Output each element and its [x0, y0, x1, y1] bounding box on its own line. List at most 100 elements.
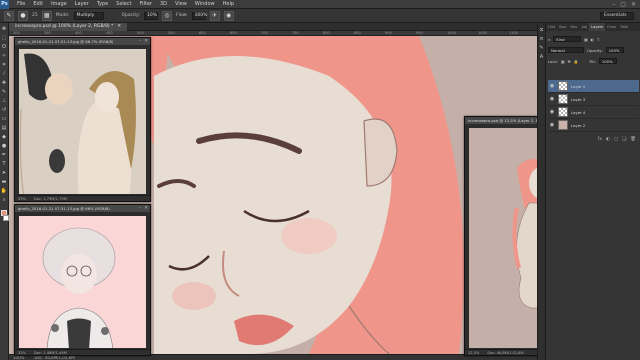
- maximize-button[interactable]: ▢: [620, 1, 626, 8]
- lock-position-icon[interactable]: ✥: [568, 59, 571, 64]
- close-icon[interactable]: ✕: [144, 206, 148, 211]
- trash-icon[interactable]: 🗑: [630, 137, 636, 144]
- minimize-icon[interactable]: –: [139, 206, 141, 211]
- lock-all-icon[interactable]: 🔒: [574, 59, 579, 64]
- opacity-field[interactable]: 10%: [144, 11, 159, 20]
- pen-tool-icon[interactable]: ✒: [1, 152, 8, 159]
- history-panel-icon[interactable]: ⧖: [539, 27, 545, 33]
- menu-3d[interactable]: 3D: [156, 1, 171, 7]
- lasso-tool-icon[interactable]: ʘ: [1, 44, 8, 51]
- filter-type-icon[interactable]: T: [597, 37, 599, 42]
- blur-tool-icon[interactable]: ◆: [1, 134, 8, 141]
- tab-layers[interactable]: Layers: [589, 23, 606, 31]
- layer-row[interactable]: ◉ Layer 4: [548, 106, 639, 119]
- lock-pixels-icon[interactable]: ▦: [561, 59, 565, 64]
- ruler-tick-label: 500: [137, 31, 144, 35]
- stamp-tool-icon[interactable]: ⊥: [1, 98, 8, 105]
- window-zoom: 33%: [18, 350, 26, 355]
- tab-history[interactable]: Hist: [546, 23, 557, 31]
- menu-image[interactable]: Image: [47, 1, 71, 7]
- menu-filter[interactable]: Filter: [136, 1, 156, 7]
- menu-select[interactable]: Select: [112, 1, 135, 7]
- menu-file[interactable]: File: [13, 1, 29, 7]
- tab-channels[interactable]: Chan: [605, 23, 618, 31]
- collapsed-panel-strip: ⧖ ≡ ✎ A: [538, 23, 546, 360]
- close-button[interactable]: ✕: [631, 1, 636, 8]
- menu-bar: Ps File Edit Image Layer Type Select Fil…: [0, 0, 640, 9]
- character-panel-icon[interactable]: A: [539, 54, 545, 60]
- group-icon[interactable]: ▢: [614, 137, 618, 144]
- filter-pixel-icon[interactable]: ▦: [584, 37, 588, 42]
- marquee-tool-icon[interactable]: ⬚: [1, 35, 8, 42]
- girl-illustration: [19, 216, 146, 348]
- history-brush-tool-icon[interactable]: ↺: [1, 107, 8, 114]
- menu-view[interactable]: View: [171, 1, 191, 7]
- tab-paths[interactable]: Path: [618, 23, 630, 31]
- window-title-bar[interactable]: ghello_2016-01-21 07-51-13.jpg @ 66% (RG…: [15, 205, 150, 212]
- menu-edit[interactable]: Edit: [29, 1, 47, 7]
- menu-type[interactable]: Type: [93, 1, 112, 7]
- window-status: 33% Doc: 1,46M/1,46M: [15, 349, 150, 355]
- fill-field[interactable]: 100%: [598, 58, 617, 64]
- brush-tool-icon[interactable]: ✎: [1, 89, 8, 96]
- fill-label: Fill:: [589, 58, 596, 64]
- brush-size-icon[interactable]: ●: [18, 10, 28, 21]
- brush-panel-icon[interactable]: ▦: [41, 10, 52, 21]
- airbrush-icon[interactable]: ✈: [209, 10, 220, 21]
- tab-navigator[interactable]: Nav: [568, 23, 579, 31]
- shape-tool-icon[interactable]: ▬: [1, 179, 8, 186]
- path-select-tool-icon[interactable]: ➤: [1, 170, 8, 177]
- reference-window-venus[interactable]: ghello_2016-01-21 07-51-13.jpg @ 66.7% (…: [14, 37, 151, 202]
- panel-tabs: Hist Swa Nav Adj Layers Chan Path: [546, 23, 640, 31]
- menu-layer[interactable]: Layer: [71, 1, 93, 7]
- fx-icon[interactable]: fx: [598, 137, 602, 144]
- filter-adjust-icon[interactable]: ◐: [591, 37, 594, 42]
- visibility-eye-icon[interactable]: ◉: [549, 83, 555, 89]
- healing-tool-icon[interactable]: ✚: [1, 80, 8, 87]
- pressure-opacity-icon[interactable]: ◎: [162, 10, 173, 21]
- menu-window[interactable]: Window: [191, 1, 219, 7]
- crop-tool-icon[interactable]: ⌗: [1, 62, 8, 69]
- visibility-eye-icon[interactable]: ◉: [549, 109, 555, 115]
- venus-image: [19, 49, 146, 194]
- close-icon[interactable]: ✕: [144, 39, 148, 44]
- layer-opacity-field[interactable]: 100%: [605, 47, 624, 53]
- document-tab[interactable]: increasepro.psd @ 100% (Layer 2, RGB/8) …: [9, 22, 128, 31]
- window-title-bar[interactable]: ghello_2016-01-21 07-51-13.jpg @ 66.7% (…: [15, 38, 150, 45]
- workspace-select[interactable]: Essentials: [600, 11, 634, 20]
- window-title: ghello_2016-01-21 07-51-13.jpg @ 66.7% (…: [18, 39, 114, 44]
- reference-window-girl[interactable]: ghello_2016-01-21 07-51-13.jpg @ 66% (RG…: [14, 204, 151, 356]
- eyedropper-tool-icon[interactable]: ⁄: [1, 71, 8, 78]
- layer-name: Layer 1: [571, 83, 586, 89]
- tab-close-icon[interactable]: ✕: [117, 24, 121, 29]
- dodge-tool-icon[interactable]: ●: [1, 143, 8, 150]
- blend-mode-select[interactable]: Normal: [548, 47, 584, 53]
- brush-panel-icon[interactable]: ✎: [539, 45, 545, 51]
- mode-select[interactable]: Multiply: [73, 11, 104, 20]
- minimize-icon[interactable]: –: [139, 39, 141, 44]
- visibility-eye-icon[interactable]: ◉: [549, 122, 555, 128]
- visibility-eye-icon[interactable]: ◉: [549, 96, 555, 102]
- ruler-tick-label: 1050: [478, 31, 487, 35]
- type-tool-icon[interactable]: T: [1, 161, 8, 168]
- move-tool-icon[interactable]: ✥: [1, 26, 8, 33]
- hand-tool-icon[interactable]: ✋: [1, 188, 8, 195]
- zoom-tool-icon[interactable]: ⌕: [1, 197, 8, 204]
- properties-panel-icon[interactable]: ≡: [539, 36, 545, 42]
- layer-row[interactable]: ◉ Layer 3: [548, 93, 639, 106]
- flow-field[interactable]: 100%: [191, 11, 207, 20]
- gradient-tool-icon[interactable]: ▤: [1, 125, 8, 132]
- layer-row[interactable]: ◉ Layer 2: [548, 119, 639, 132]
- pressure-size-icon[interactable]: ◉: [223, 10, 234, 21]
- eraser-tool-icon[interactable]: ▭: [1, 116, 8, 123]
- quick-select-tool-icon[interactable]: ✧: [1, 53, 8, 60]
- layer-row[interactable]: ◉ Layer 1: [548, 80, 639, 93]
- minimize-button[interactable]: –: [612, 1, 615, 8]
- new-layer-icon[interactable]: ❑: [622, 137, 626, 144]
- filter-kind-select[interactable]: Kind: [553, 36, 582, 42]
- menu-help[interactable]: Help: [219, 1, 238, 7]
- tab-swatches[interactable]: Swa: [557, 23, 568, 31]
- adjustment-layer-icon[interactable]: ◐: [606, 137, 610, 144]
- brush-tool-preset-icon[interactable]: ✎: [4, 10, 14, 21]
- tab-adjustments[interactable]: Adj: [579, 23, 589, 31]
